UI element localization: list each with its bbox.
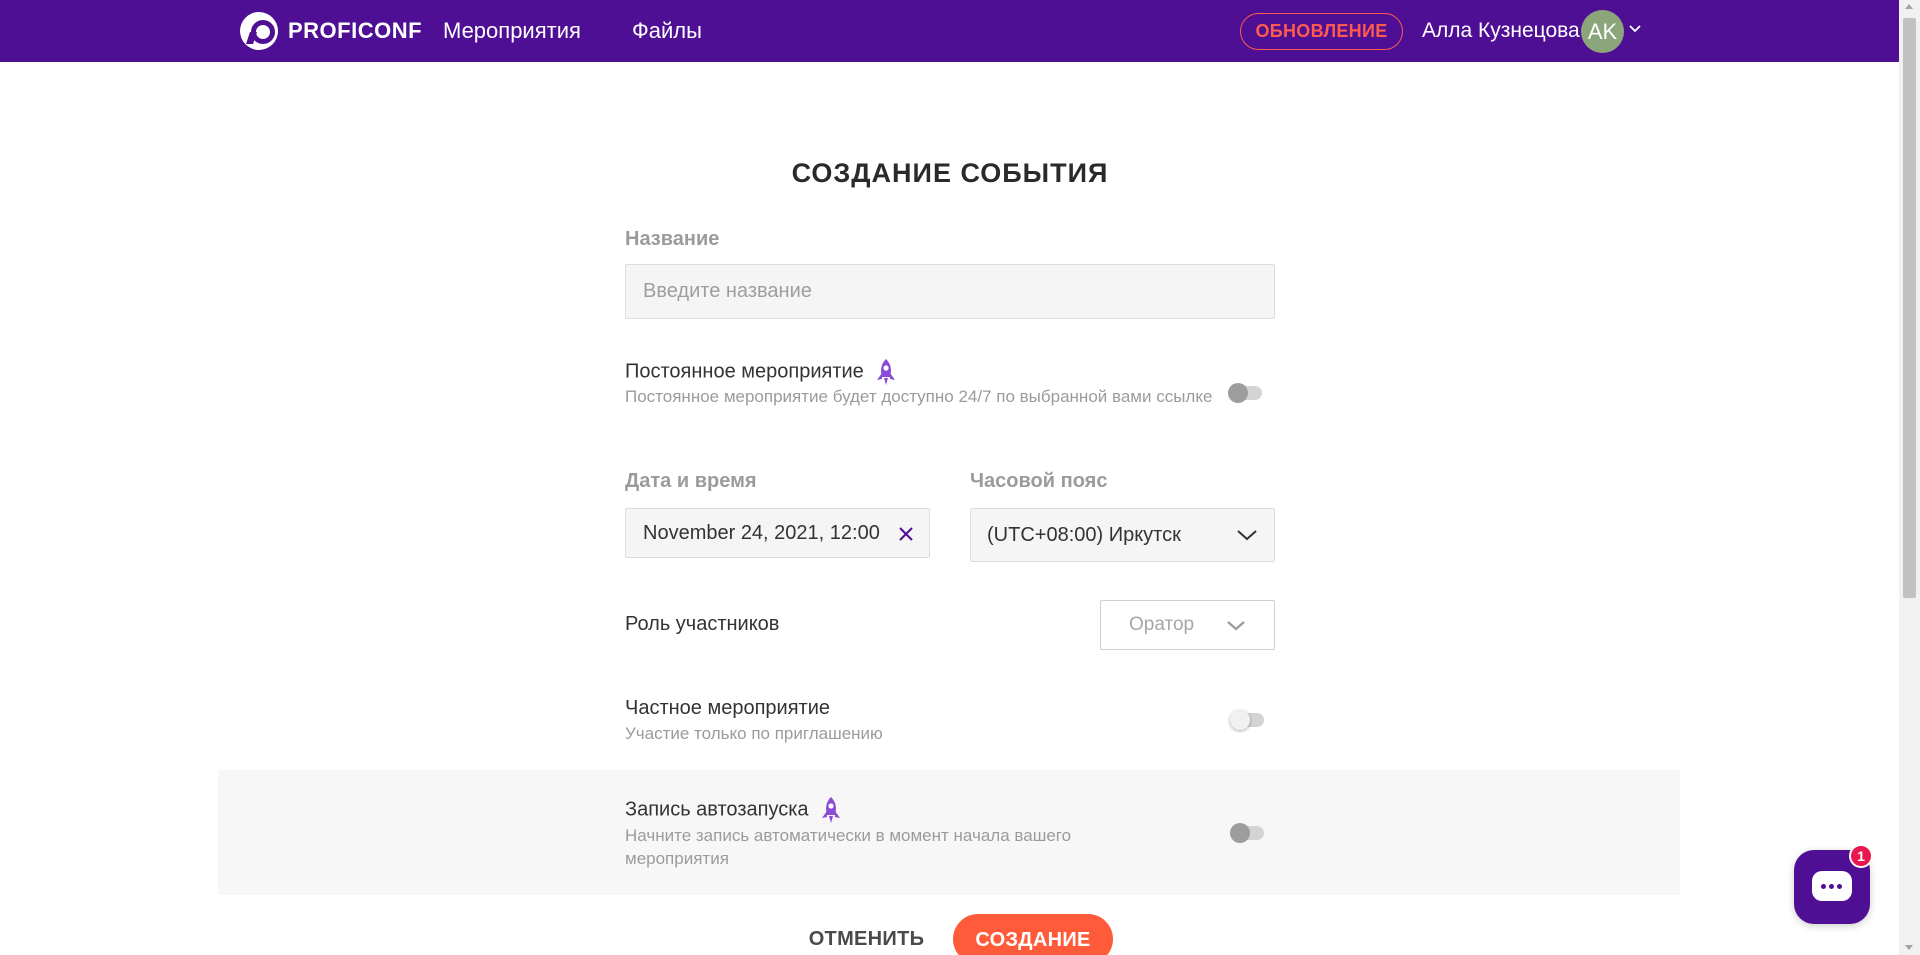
toggle-knob <box>1228 383 1248 403</box>
clear-date-icon[interactable] <box>897 525 915 543</box>
logo-icon <box>240 12 278 50</box>
chevron-down-icon <box>1237 530 1257 541</box>
autorecord-description: Начните запись автоматически в момент на… <box>625 826 1072 868</box>
user-name[interactable]: Алла Кузнецова <box>1422 19 1580 43</box>
autorecord-label: Запись автозапуска <box>625 798 809 821</box>
user-avatar[interactable]: AK <box>1581 10 1624 53</box>
autorecord-toggle[interactable] <box>1230 823 1264 843</box>
cancel-button[interactable]: ОТМЕНИТЬ <box>800 924 933 955</box>
create-button[interactable]: СОЗДАНИЕ <box>953 914 1113 955</box>
name-label: Название <box>625 228 720 250</box>
permanent-event-description: Постоянное мероприятие будет доступно 24… <box>625 387 1213 406</box>
chat-dot <box>1821 884 1826 889</box>
participant-role-select[interactable]: Оратор <box>1100 600 1275 650</box>
chat-dot <box>1829 884 1834 889</box>
top-navbar: PROFICONF Мероприятия Файлы ОБНОВЛЕНИЕ А… <box>0 0 1899 62</box>
event-name-input[interactable] <box>625 264 1275 319</box>
datetime-label: Дата и время <box>625 470 757 492</box>
private-event-description: Участие только по приглашению <box>625 724 883 743</box>
timezone-value: (UTC+08:00) Иркутск <box>987 523 1181 546</box>
chat-dot <box>1837 884 1842 889</box>
upgrade-button[interactable]: ОБНОВЛЕНИЕ <box>1240 13 1403 50</box>
chevron-down-icon[interactable] <box>1628 22 1642 36</box>
rocket-icon <box>877 359 896 385</box>
toggle-knob <box>1230 710 1250 730</box>
timezone-select[interactable]: (UTC+08:00) Иркутск <box>970 508 1275 562</box>
logo-text: PROFICONF <box>288 18 423 43</box>
nav-files-link[interactable]: Файлы <box>632 18 702 44</box>
datetime-input[interactable]: November 24, 2021, 12:00 <box>625 508 930 558</box>
private-event-label: Частное мероприятие <box>625 697 830 719</box>
chat-notification-badge: 1 <box>1849 844 1873 868</box>
chevron-down-icon <box>1227 621 1245 631</box>
scroll-thumb[interactable] <box>1903 18 1916 598</box>
page-scrollbar[interactable] <box>1899 0 1920 955</box>
permanent-event-title: Постоянное мероприятие <box>625 358 897 386</box>
proficonf-logo[interactable]: PROFICONF <box>240 12 422 50</box>
nav-events-link[interactable]: Мероприятия <box>443 18 581 44</box>
participant-role-value: Оратор <box>1129 614 1195 635</box>
datetime-value: November 24, 2021, 12:00 <box>643 521 880 544</box>
participant-role-label: Роль участников <box>625 613 780 635</box>
toggle-knob <box>1230 823 1250 843</box>
chat-bubble-icon <box>1812 871 1852 901</box>
page-title: СОЗДАНИЕ СОБЫТИЯ <box>791 158 1109 188</box>
autorecord-title: Запись автозапуска <box>625 796 842 824</box>
timezone-label: Часовой пояс <box>970 470 1108 492</box>
permanent-event-toggle[interactable] <box>1228 383 1262 403</box>
private-event-toggle[interactable] <box>1230 710 1264 730</box>
scroll-down-arrow-icon[interactable] <box>1905 945 1913 950</box>
rocket-icon <box>822 797 841 823</box>
scroll-up-arrow-icon[interactable] <box>1905 4 1913 9</box>
permanent-event-label: Постоянное мероприятие <box>625 360 864 383</box>
